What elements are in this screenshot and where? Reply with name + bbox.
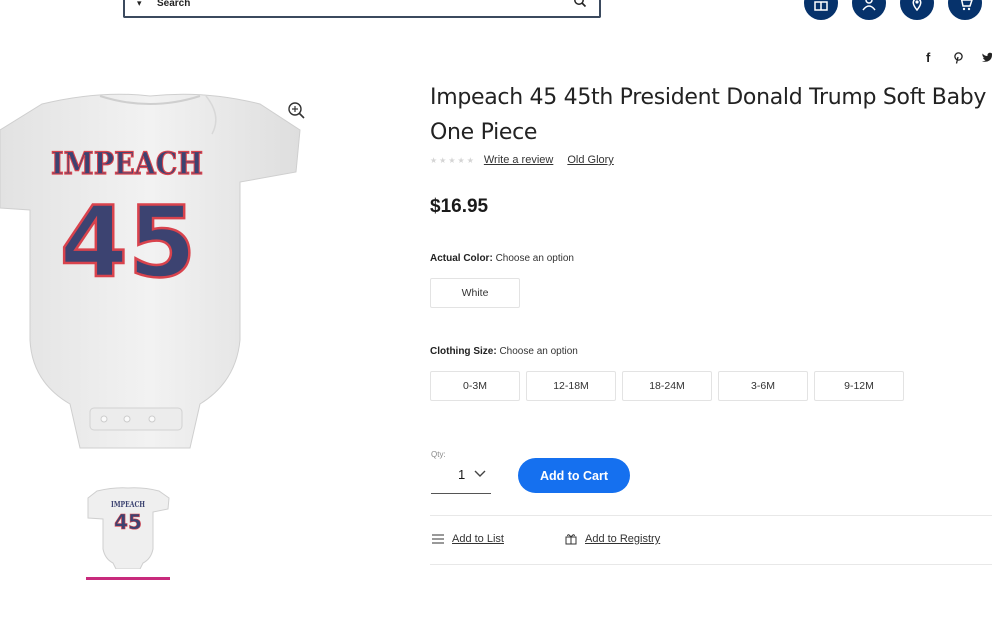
size-hint: Choose an option [499, 346, 578, 357]
list-icon [432, 534, 444, 544]
search-icon[interactable] [573, 0, 587, 8]
chevron-down-icon [474, 470, 486, 477]
product-price: $16.95 [430, 196, 489, 217]
zoom-icon[interactable] [286, 100, 308, 122]
facebook-icon[interactable]: f [926, 50, 930, 65]
size-option-0-3m[interactable]: 0-3M [430, 371, 520, 401]
add-to-list-link[interactable]: Add to List [432, 533, 504, 545]
product-thumbnail[interactable]: IMPEACH 45 [85, 487, 171, 569]
divider [430, 515, 992, 516]
gift-icon [565, 534, 577, 545]
quantity-select[interactable]: 1 [431, 462, 491, 494]
department-dropdown-icon[interactable]: ▾ [137, 0, 142, 9]
add-to-registry-label: Add to Registry [585, 533, 661, 545]
twitter-icon[interactable] [982, 52, 992, 63]
product-title: Impeach 45 45th President Donald Trump S… [430, 85, 987, 145]
size-option-3-6m[interactable]: 3-6M [718, 371, 808, 401]
search-bar[interactable]: ▾ [123, 0, 601, 18]
qty-label: Qty: [431, 450, 446, 459]
pinterest-icon[interactable] [953, 52, 964, 64]
brand-link[interactable]: Old Glory [567, 154, 613, 166]
size-option-9-12m[interactable]: 9-12M [814, 371, 904, 401]
product-image-number: 45 [60, 186, 196, 300]
location-icon[interactable] [900, 0, 934, 20]
color-option-white[interactable]: White [430, 278, 520, 308]
write-review-link[interactable]: Write a review [484, 154, 553, 166]
add-to-registry-link[interactable]: Add to Registry [565, 533, 660, 545]
account-icon[interactable] [852, 0, 886, 20]
search-input[interactable] [157, 0, 537, 11]
qty-value: 1 [458, 467, 466, 482]
services-icon[interactable] [804, 0, 838, 20]
rating-row: ★★★★★ Write a review Old Glory [430, 154, 628, 166]
add-to-cart-button[interactable]: Add to Cart [518, 458, 630, 493]
size-option-label: Clothing Size: Choose an option [430, 346, 578, 357]
add-to-list-label: Add to List [452, 533, 504, 545]
size-label: Clothing Size: [430, 346, 497, 357]
product-image-word: IMPEACH [51, 146, 203, 182]
thumbnail-word: IMPEACH [111, 499, 145, 509]
color-label: Actual Color: [430, 253, 493, 264]
color-option-label: Actual Color: Choose an option [430, 253, 574, 264]
thumbnail-selected-indicator [86, 577, 170, 580]
divider [430, 564, 992, 565]
color-hint: Choose an option [495, 253, 574, 264]
cart-icon[interactable] [948, 0, 982, 20]
star-rating-icon: ★★★★★ [430, 155, 476, 165]
size-option-12-18m[interactable]: 12-18M [526, 371, 616, 401]
thumbnail-number: 45 [114, 510, 142, 534]
product-image: IMPEACH 45 [0, 93, 301, 449]
size-option-18-24m[interactable]: 18-24M [622, 371, 712, 401]
